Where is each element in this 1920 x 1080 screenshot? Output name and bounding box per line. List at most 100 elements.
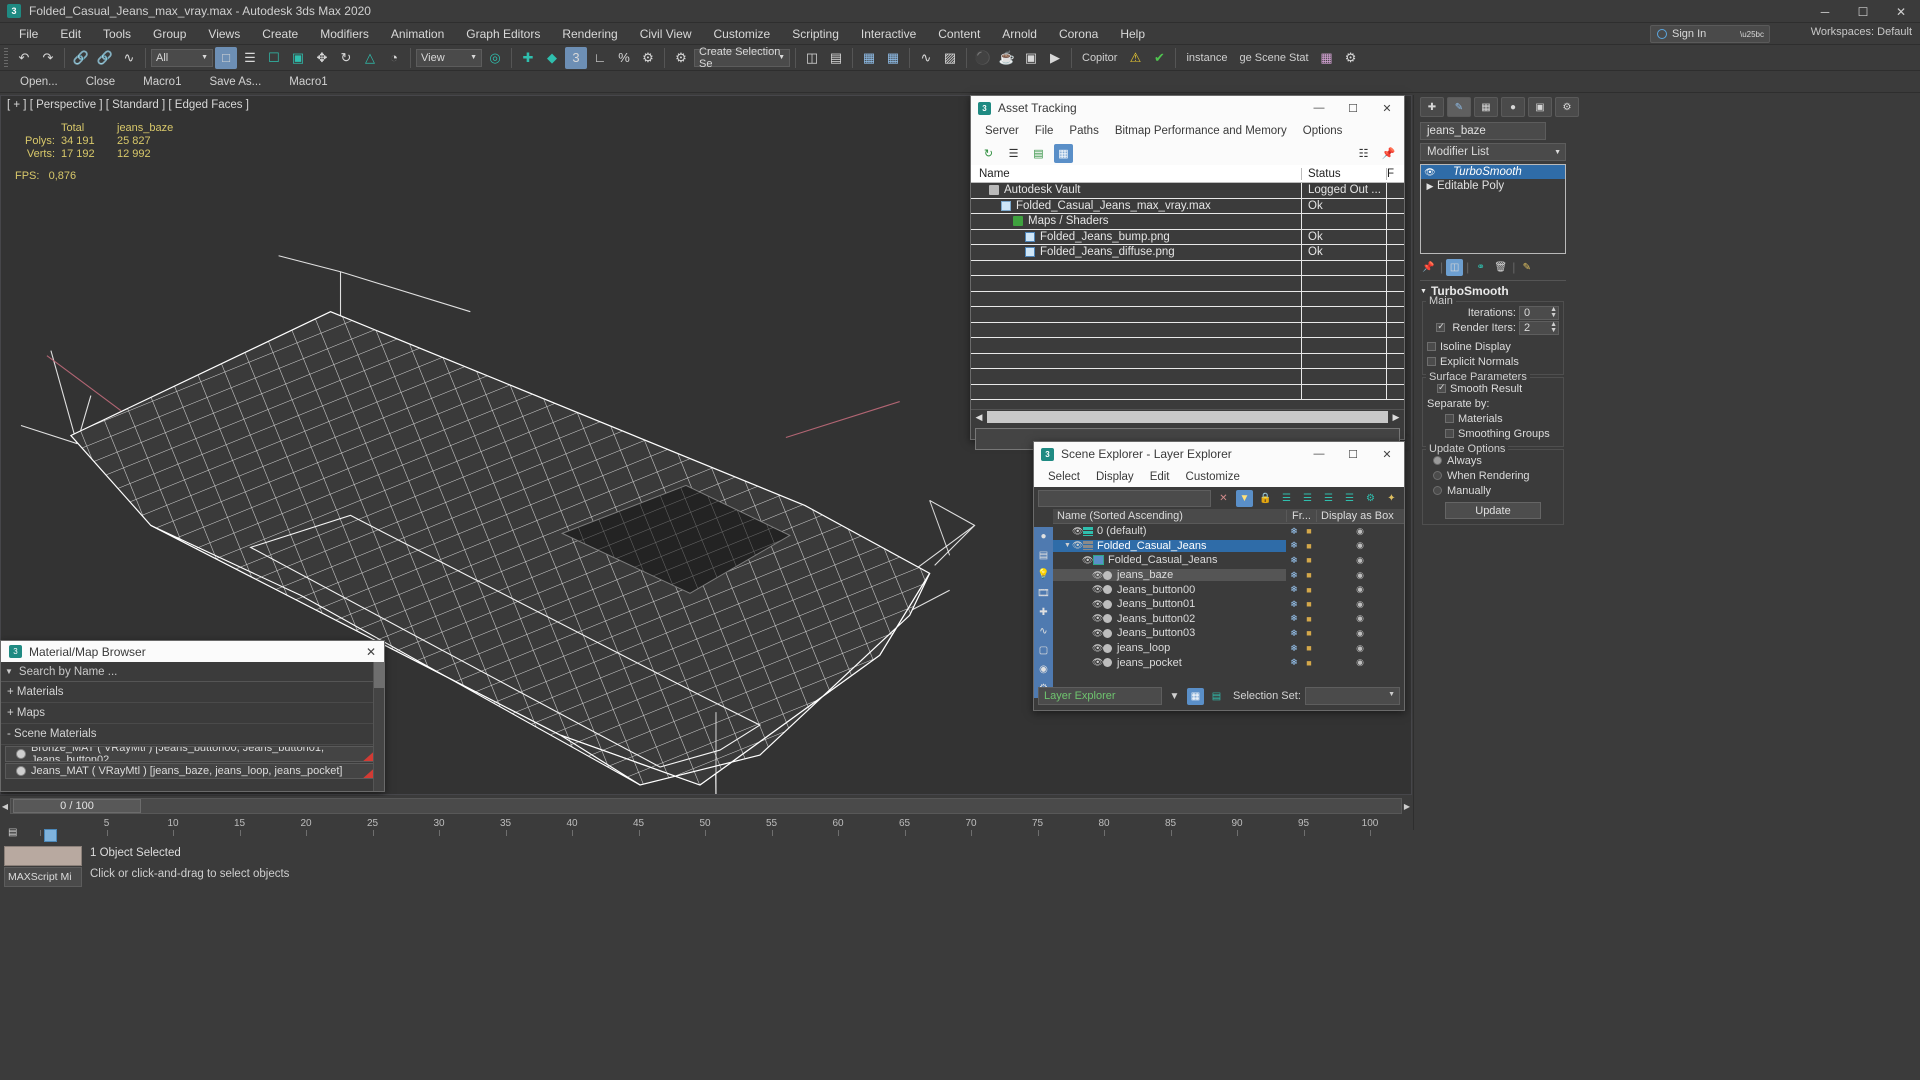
freeze-icon[interactable]: ❄ [1290, 599, 1298, 610]
asset-menu-options[interactable]: Options [1295, 121, 1351, 141]
layer-row[interactable]: 👁 jeans_baze ❄ ■ ◉ [1053, 568, 1404, 583]
menu-item-scripting[interactable]: Scripting [781, 23, 850, 45]
motion-tab[interactable]: ● [1501, 97, 1525, 117]
snaps-3d-icon[interactable]: 3 [565, 46, 587, 69]
selection-set-combo[interactable]: ▼ [1304, 687, 1400, 705]
quick-macro1[interactable]: Macro1 [129, 72, 195, 92]
display-as-box-icon[interactable]: ◉ [1356, 570, 1364, 581]
scene-close-button[interactable]: ✕ [1370, 442, 1404, 466]
renderable-icon[interactable]: ■ [1306, 599, 1311, 609]
freeze-icon[interactable]: ❄ [1290, 555, 1298, 566]
maximize-button[interactable]: ☐ [1844, 0, 1882, 23]
select-and-move-icon[interactable]: ✥ [311, 47, 333, 69]
time-slider-handle[interactable]: 0 / 100 [13, 799, 141, 813]
column-header-name[interactable]: Name [971, 168, 1301, 180]
scene-menu-edit[interactable]: Edit [1142, 467, 1178, 487]
menu-item-rendering[interactable]: Rendering [551, 23, 628, 45]
render-iters-checkbox[interactable] [1436, 321, 1446, 332]
menu-item-arnold[interactable]: Arnold [991, 23, 1048, 45]
select-object-icon[interactable]: □ [215, 46, 237, 69]
select-and-place-icon[interactable]: ◔ [383, 47, 405, 69]
layer-explorer-icon[interactable]: ▦ [858, 47, 880, 69]
smooth-result-checkbox[interactable] [1437, 382, 1446, 393]
filter-cameras-icon[interactable]: 🎞 [1034, 584, 1053, 603]
quick-open-[interactable]: Open... [6, 72, 72, 92]
menu-item-tools[interactable]: Tools [92, 23, 142, 45]
layer-row[interactable]: 👁 0 (default) ❄ ■ ◉ [1053, 524, 1404, 539]
layer-props-icon[interactable]: ⚙ [1362, 490, 1379, 507]
select-by-name-icon[interactable]: ☰ [239, 47, 261, 69]
expand-arrow-icon[interactable]: ▼ [1063, 542, 1072, 549]
bind-space-warp-icon[interactable]: ∿ [118, 47, 140, 69]
asset-tracking-rows[interactable]: Autodesk Vault Logged Out ... Folded_Casua… [971, 183, 1404, 409]
modifier-stack-item[interactable]: ▶ Editable Poly [1421, 179, 1565, 193]
explicit-normals-checkbox[interactable] [1427, 357, 1436, 366]
modify-tab[interactable]: ✎ [1447, 97, 1471, 117]
visibility-eye-icon[interactable]: 👁 [1092, 584, 1103, 595]
workspaces-selector[interactable]: Workspaces: Default [1811, 26, 1912, 38]
quick-save-as-[interactable]: Save As... [195, 72, 275, 92]
rendered-frame-icon[interactable]: ▣ [1020, 47, 1042, 69]
visibility-eye-icon[interactable]: 👁 [1092, 643, 1103, 654]
viewport-label[interactable]: [ + ] [ Perspective ] [ Standard ] [ Edg… [7, 99, 249, 111]
column-header-status[interactable]: Status [1301, 167, 1386, 180]
layer-row[interactable]: 👁 Jeans_button02 ❄ ■ ◉ [1053, 612, 1404, 627]
radio-icon[interactable] [1433, 471, 1442, 480]
close-button[interactable]: ✕ [1882, 0, 1920, 23]
maxscript-mini-listener[interactable] [4, 846, 82, 866]
create-tab[interactable]: ✚ [1420, 97, 1444, 117]
layer-row[interactable]: 👁 jeans_pocket ❄ ■ ◉ [1053, 655, 1404, 670]
freeze-icon[interactable]: ❄ [1290, 570, 1298, 581]
toolbar-grip[interactable] [4, 47, 8, 68]
configure-modifier-sets-icon[interactable]: ✎ [1518, 259, 1535, 276]
iterations-spinner[interactable]: 0 ▲ ▼ [1519, 305, 1559, 320]
layer-row[interactable]: ▼ 👁 Folded_Casual_Jeans ❄ ■ ◉ [1053, 539, 1404, 554]
menu-item-views[interactable]: Views [197, 23, 251, 45]
freeze-icon[interactable]: ❄ [1290, 628, 1298, 639]
undo-icon[interactable]: ↶ [13, 47, 35, 69]
freeze-icon[interactable]: ❄ [1290, 584, 1298, 595]
freeze-icon[interactable]: ❄ [1290, 643, 1298, 654]
filter-helpers-icon[interactable]: ✚ [1034, 603, 1053, 622]
add-selection-layer-icon[interactable]: ☰ [1299, 490, 1316, 507]
asset-tracking-window[interactable]: 3 Asset Tracking — ☐ ✕ Server File Paths Bi… [970, 95, 1405, 450]
pin-icon[interactable]: 📌 [1379, 144, 1398, 163]
visibility-eye-icon[interactable]: 👁 [1072, 526, 1083, 537]
display-as-box-icon[interactable]: ◉ [1356, 628, 1364, 639]
scene-explorer-window[interactable]: 3 Scene Explorer - Layer Explorer — ☐ ✕ … [1033, 441, 1405, 711]
scroll-left-icon[interactable]: ◀ [971, 412, 987, 423]
unlink-icon[interactable]: 🔗 [94, 47, 116, 69]
renderable-icon[interactable]: ■ [1306, 658, 1311, 668]
renderable-icon[interactable]: ■ [1306, 643, 1311, 653]
layer-explorer-toggle-icon[interactable]: ▦ [1187, 687, 1204, 705]
asset-row[interactable]: Folded_Jeans_diffuse.png Ok [971, 245, 1404, 261]
filter-geometry-icon[interactable]: ● [1034, 527, 1053, 546]
menu-item-modifiers[interactable]: Modifiers [309, 23, 380, 45]
freeze-icon[interactable]: ❄ [1290, 526, 1298, 537]
scene-material-item[interactable]: Bronze_MAT ( VRayMtl ) [Jeans_button00, … [5, 746, 380, 762]
column-header-f[interactable]: F [1386, 167, 1404, 180]
scrollbar-thumb[interactable] [987, 411, 1388, 423]
menu-item-group[interactable]: Group [142, 23, 197, 45]
menu-item-file[interactable]: File [8, 23, 49, 45]
menu-item-edit[interactable]: Edit [49, 23, 92, 45]
visibility-eye-icon[interactable]: 👁 [1092, 570, 1103, 581]
scene-menu-customize[interactable]: Customize [1178, 467, 1248, 487]
menu-item-help[interactable]: Help [1109, 23, 1156, 45]
spinner-snap-icon[interactable]: ⚙ [637, 47, 659, 69]
object-name-field[interactable]: jeans_baze [1420, 122, 1546, 140]
lock-icon[interactable]: 🔒 [1257, 490, 1274, 507]
material-browser-scrollbar[interactable] [373, 662, 385, 791]
layer-row[interactable]: 👁 Jeans_button00 ❄ ■ ◉ [1053, 582, 1404, 597]
track-bar[interactable]: ▤ 5 10 15 20 25 30 35 40 45 50 55 60 65 70 75 80 85 90 95 1… [0, 817, 1412, 843]
renderable-icon[interactable]: ■ [1306, 570, 1311, 580]
quick-close[interactable]: Close [72, 72, 129, 92]
asset-row[interactable]: Folded_Casual_Jeans_max_vray.max Ok [971, 198, 1404, 214]
freeze-icon[interactable]: ❄ [1290, 540, 1298, 551]
minimize-button[interactable]: ─ [1806, 0, 1844, 23]
material-map-browser-window[interactable]: 3 Material/Map Browser ✕ ▼ Search by Nam… [0, 640, 385, 792]
time-slider[interactable]: ◀ 0 / 100 ▶ [0, 796, 1412, 816]
display-as-box-icon[interactable]: ◉ [1356, 643, 1364, 654]
display-as-box-icon[interactable]: ◉ [1356, 599, 1364, 610]
asset-minimize-button[interactable]: — [1302, 96, 1336, 120]
